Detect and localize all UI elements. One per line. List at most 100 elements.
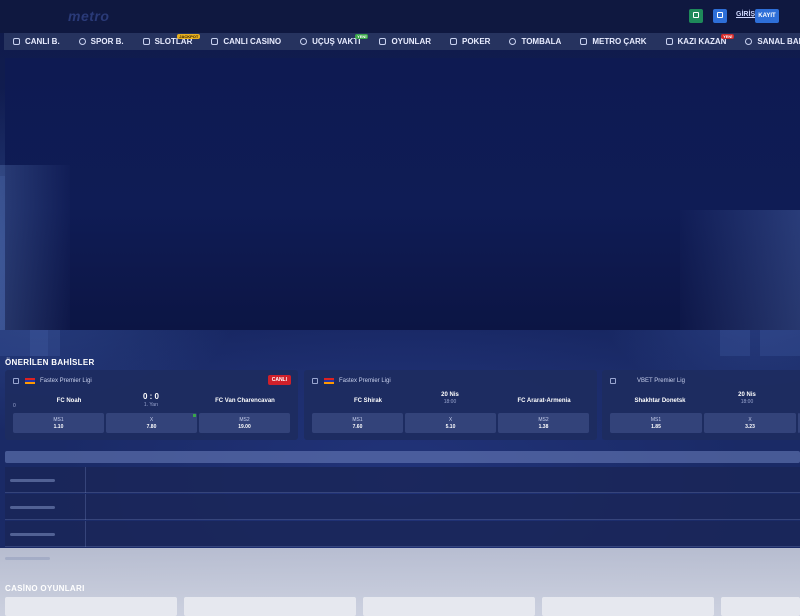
- placeholder-line: [10, 479, 55, 482]
- odd-value: 19.00: [238, 423, 251, 430]
- gift-icon: [693, 12, 699, 18]
- casino-games-title: CASİNO OYUNLARI: [5, 584, 85, 593]
- odd-label: X: [149, 416, 154, 423]
- casino-game-tile[interactable]: [5, 597, 177, 616]
- placeholder-divider: [85, 467, 86, 493]
- nav-item-canli-casino[interactable]: CANLI CASINO: [211, 33, 281, 50]
- odd-label: MS2: [239, 416, 250, 423]
- card-header: Fastex Premier Ligi: [312, 375, 391, 387]
- league-name: Fastex Premier Ligi: [339, 378, 391, 384]
- card-header: Fastex Premier Ligi: [13, 375, 92, 387]
- odd-value: 7.60: [352, 423, 363, 430]
- nav-badge: YENİ: [721, 34, 735, 39]
- home-marker: 0: [13, 403, 16, 409]
- odd-label: X: [448, 416, 453, 423]
- odd-button[interactable]: X 7.80: [106, 413, 197, 433]
- match-center: 20 Nis 18:00: [400, 392, 500, 405]
- nav-item-uçuş-vakti-[interactable]: UÇUŞ VAKTİ YENİ: [300, 33, 369, 50]
- odd-value: 7.80: [146, 423, 157, 430]
- match-center: 0 : 0 1. Yarı: [101, 392, 201, 408]
- bet-card[interactable]: Fastex Premier Ligi CANLI 0 FC Noah 0 : …: [5, 370, 298, 440]
- plane-icon: [300, 38, 308, 45]
- chat-icon: [717, 12, 723, 18]
- spade-icon: [450, 38, 457, 45]
- nav-item-label: POKER: [462, 37, 491, 46]
- casino-game-tile[interactable]: [363, 597, 535, 616]
- odd-button[interactable]: MS1 7.60: [312, 413, 403, 433]
- away-team: FC Ararat-Armenia: [517, 398, 571, 404]
- nav-item-kazi-kazan[interactable]: KAZI KAZAN YENİ: [665, 33, 735, 50]
- support-button[interactable]: [713, 9, 727, 23]
- nav-item-oyunlar[interactable]: OYUNLAR: [379, 33, 431, 50]
- armenia-flag-icon: [324, 378, 334, 384]
- main-nav: CANLI B. SPOR B. SLOTLAR JACKPOT CANLI CASIN…: [4, 33, 800, 50]
- placeholder-line: [10, 506, 55, 509]
- nav-item-sanal-bahi-s[interactable]: SANAL BAHİS: [745, 33, 800, 50]
- odd-button[interactable]: MS1 1.85: [610, 413, 702, 433]
- nav-item-spor-b-[interactable]: SPOR B.: [78, 33, 124, 50]
- promo-button[interactable]: [689, 9, 703, 23]
- favorite-icon[interactable]: [610, 378, 616, 384]
- casino-game-tile[interactable]: [721, 597, 800, 616]
- casino-game-tile[interactable]: [184, 597, 356, 616]
- league-name: Fastex Premier Ligi: [40, 378, 92, 384]
- odd-button[interactable]: X 3.23: [704, 413, 796, 433]
- odd-label: MS1: [352, 416, 363, 423]
- match-time: 18:00: [740, 399, 754, 405]
- virtual-icon: [745, 38, 753, 45]
- dice-icon: [379, 38, 387, 45]
- login-link[interactable]: GİRİŞ: [736, 11, 755, 18]
- nav-item-label: TOMBALA: [521, 37, 562, 46]
- nav-item-canli-b-[interactable]: CANLI B.: [13, 33, 60, 50]
- match-score: 0 : 0: [142, 392, 159, 401]
- nav-item-label: METRO ÇARK: [592, 37, 647, 46]
- match-time: 18:00: [443, 399, 457, 405]
- hero-building-right: [680, 210, 800, 330]
- nav-item-label: UÇUŞ VAKTİ: [312, 37, 361, 46]
- nav-badge: JACKPOT: [177, 34, 201, 39]
- odds-row: MS1 1.85 X 3.23: [610, 413, 800, 433]
- nav-item-label: CANLI CASINO: [223, 37, 282, 46]
- nav-item-poker[interactable]: POKER: [450, 33, 490, 50]
- casino-game-tile[interactable]: [542, 597, 714, 616]
- scratch-icon: [665, 38, 673, 45]
- odd-button[interactable]: MS2 19.00: [199, 413, 290, 433]
- placeholder-divider: [85, 521, 86, 547]
- nav-item-slotlar[interactable]: SLOTLAR JACKPOT: [142, 33, 201, 50]
- bet-card[interactable]: VBET Premier Lig Shakhtar Donetsk 20 Nis…: [602, 370, 800, 440]
- card-header: VBET Premier Lig: [610, 375, 685, 387]
- ball-icon: [78, 38, 86, 45]
- nav-item-metro-çark[interactable]: METRO ÇARK: [580, 33, 647, 50]
- nav-badge: YENİ: [355, 34, 369, 39]
- odd-value: 1.85: [651, 423, 661, 430]
- favorite-icon[interactable]: [13, 378, 19, 384]
- home-team: Shakhtar Donetsk: [634, 398, 686, 404]
- site-logo[interactable]: metro: [68, 8, 109, 24]
- match-date: 20 Nis: [441, 392, 459, 398]
- nav-item-label: SANAL BAHİS: [757, 37, 800, 46]
- odd-value: 3.23: [745, 423, 755, 430]
- odd-value: 5.10: [445, 423, 456, 430]
- odd-button[interactable]: MS1 1.10: [13, 413, 104, 433]
- loading-placeholder-row: [5, 467, 800, 493]
- hero-character-left: [0, 165, 70, 330]
- loading-placeholder-row: [5, 494, 800, 520]
- odd-label: MS1: [53, 416, 64, 423]
- loading-placeholder-row: [5, 521, 800, 547]
- match-center: 20 Nis 18:00: [697, 392, 797, 405]
- bet-card[interactable]: Fastex Premier Ligi FC Shirak 20 Nis 18:…: [304, 370, 597, 440]
- odd-button[interactable]: X 5.10: [405, 413, 496, 433]
- odds-up-indicator: [193, 414, 196, 417]
- favorite-icon[interactable]: [312, 378, 318, 384]
- odd-value: 1.10: [53, 423, 64, 430]
- wheel-icon: [580, 38, 588, 45]
- odd-label: X: [748, 416, 752, 423]
- ukraine-flag-icon: [622, 378, 632, 384]
- monitor-icon: [13, 38, 20, 45]
- armenia-flag-icon: [25, 378, 35, 384]
- odd-button[interactable]: MS2 1.38: [498, 413, 589, 433]
- register-button[interactable]: KAYIT: [755, 9, 779, 23]
- nav-item-tombala[interactable]: TOMBALA: [509, 33, 561, 50]
- away-team: FC Van Charencavan: [215, 398, 275, 404]
- match-date: 20 Nis: [738, 392, 756, 398]
